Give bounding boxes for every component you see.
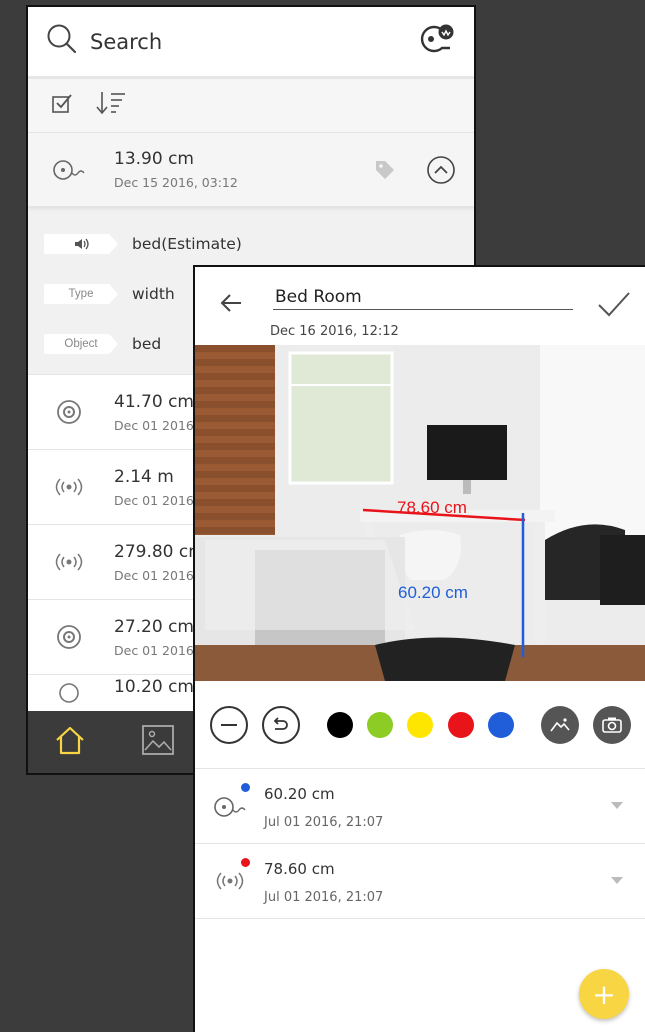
measurement-value: 60.20 cm	[264, 785, 335, 803]
color-green-swatch[interactable]	[367, 712, 393, 738]
tape-icon	[50, 677, 88, 703]
header-date: Dec 16 2016, 12:12	[270, 324, 399, 339]
detail-label: Type	[44, 284, 118, 304]
item-date: Dec 01 2016,	[114, 567, 198, 583]
color-indicator	[241, 858, 250, 867]
image-button[interactable]	[541, 706, 579, 744]
detail-label: Object	[44, 334, 118, 354]
disc-icon	[50, 399, 88, 425]
detail-value: width	[132, 285, 175, 303]
color-black-swatch[interactable]	[327, 712, 353, 738]
detail-header: Bed Room Dec 16 2016, 12:12	[195, 267, 645, 345]
measurement-item[interactable]: 60.20 cm Jul 01 2016, 21:07	[195, 769, 645, 844]
sort-icon[interactable]	[96, 90, 126, 121]
item-value: 2.14 m	[114, 466, 174, 487]
item-value: 27.20 cm	[114, 616, 194, 637]
gallery-icon[interactable]	[141, 724, 175, 761]
item-date: Dec 01 2016,	[114, 417, 198, 433]
item-date: Dec 01 2016,	[114, 492, 198, 508]
blue-measure-label: 60.20 cm	[398, 583, 468, 602]
item-value: 41.70 cm	[114, 391, 194, 412]
color-red-swatch[interactable]	[448, 712, 474, 738]
signal-icon	[213, 870, 247, 897]
drawing-controls	[195, 681, 645, 769]
measurement-detail-screen: Bed Room Dec 16 2016, 12:12 78.60 cm 60.…	[193, 265, 645, 1032]
color-indicator	[241, 783, 250, 792]
measurement-value: 78.60 cm	[264, 860, 335, 878]
dropdown-caret-icon[interactable]	[611, 877, 623, 884]
check-icon[interactable]	[597, 291, 631, 322]
detail-row-estimate: bed(Estimate)	[44, 219, 458, 269]
search-icon[interactable]	[46, 23, 78, 60]
item-value: 10.20 cm	[114, 677, 194, 697]
measurement-date: Jul 01 2016, 21:07	[264, 815, 384, 830]
item-value: 13.90 cm	[114, 149, 194, 169]
tag-icon[interactable]	[374, 159, 396, 184]
item-date: Dec 01 2016,	[114, 642, 198, 658]
select-checkbox-icon[interactable]	[50, 91, 74, 120]
signal-icon	[50, 476, 88, 498]
tape-add-icon[interactable]	[416, 22, 456, 61]
disc-icon	[50, 624, 88, 650]
measurement-item[interactable]: 78.60 cm Jul 01 2016, 21:07	[195, 844, 645, 919]
tape-icon	[50, 158, 88, 182]
search-bar[interactable]: Search	[28, 7, 474, 79]
dropdown-caret-icon[interactable]	[611, 802, 623, 809]
tape-icon	[213, 795, 247, 824]
color-yellow-swatch[interactable]	[407, 712, 433, 738]
camera-button[interactable]	[593, 706, 631, 744]
title-input[interactable]: Bed Room	[275, 287, 362, 307]
collapse-chevron-icon[interactable]	[426, 155, 456, 190]
minus-button[interactable]	[210, 706, 248, 744]
color-blue-swatch[interactable]	[488, 712, 514, 738]
detail-value: bed	[132, 335, 162, 353]
list-item-selected[interactable]: 13.90 cm Dec 15 2016, 03:12	[28, 133, 474, 207]
add-button[interactable]: +	[579, 969, 629, 1019]
home-icon[interactable]	[54, 724, 86, 761]
item-date: Dec 15 2016, 03:12	[114, 175, 238, 190]
speaker-icon[interactable]	[44, 234, 118, 254]
list-toolbar	[28, 79, 474, 133]
detail-value: bed(Estimate)	[132, 235, 242, 253]
room-photo[interactable]: 78.60 cm 60.20 cm	[195, 345, 645, 681]
undo-button[interactable]	[262, 706, 300, 744]
red-measure-label: 78.60 cm	[397, 498, 467, 517]
back-arrow-icon[interactable]	[219, 293, 243, 318]
search-label[interactable]: Search	[90, 30, 416, 54]
item-value: 279.80 cm	[114, 541, 205, 562]
title-underline	[273, 309, 573, 310]
measurement-date: Jul 01 2016, 21:07	[264, 890, 384, 905]
signal-icon	[50, 551, 88, 573]
